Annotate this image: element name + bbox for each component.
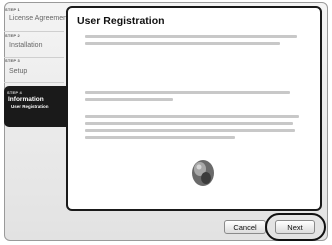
cancel-button[interactable]: Cancel [224, 220, 266, 234]
step-divider [4, 82, 64, 83]
page-title: User Registration [77, 15, 165, 27]
step-3-number: STEP 3 [5, 58, 20, 63]
blurred-paragraph [85, 91, 290, 105]
step-4-number: STEP 4 [7, 90, 22, 95]
step-2-number: STEP 2 [5, 33, 20, 38]
step-4-sublabel: User Registration [11, 104, 49, 109]
step-1-number: STEP 1 [5, 7, 20, 12]
registration-illustration [192, 160, 214, 186]
next-button[interactable]: Next [275, 220, 315, 234]
step-3-label: Setup [9, 68, 28, 75]
content-panel: User Registration [66, 6, 322, 211]
step-4-label: Information [8, 96, 44, 103]
step-3: STEP 3 Setup [0, 56, 66, 82]
step-2-label: Installation [9, 42, 43, 49]
steps-sidebar: STEP 1 License Agreement STEP 2 Installa… [0, 4, 69, 245]
step-1: STEP 1 License Agreement [0, 4, 69, 34]
blurred-paragraph [85, 115, 299, 143]
step-4-active: STEP 4 Information User Registration [4, 86, 66, 127]
blurred-paragraph [85, 35, 297, 49]
step-2: STEP 2 Installation [0, 31, 66, 57]
step-1-label: License Agreement [9, 15, 69, 22]
